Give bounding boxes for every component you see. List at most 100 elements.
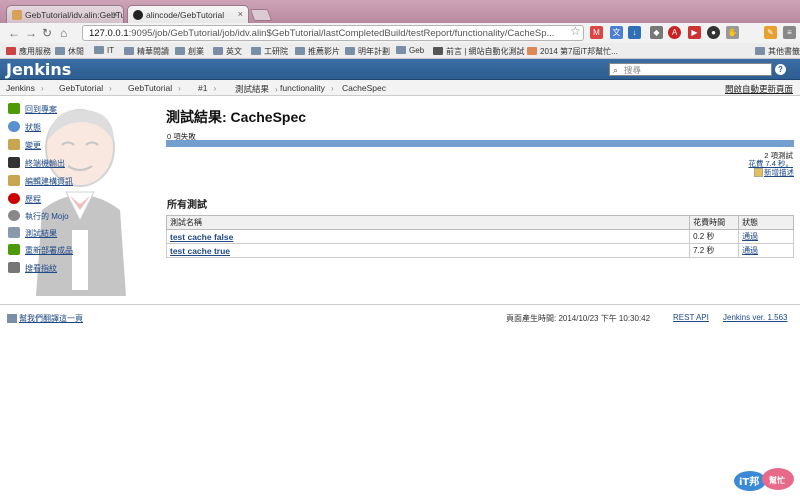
column-header-status[interactable]: 狀態	[738, 215, 794, 230]
notepad-icon	[8, 139, 20, 150]
test-name-cell: test cache true	[165, 243, 691, 258]
plugin-extension-icon[interactable]: ◆	[650, 26, 663, 39]
redeploy-icon	[8, 244, 20, 255]
reload-icon[interactable]: ↻	[42, 26, 52, 40]
column-header-name[interactable]: 測試名稱	[165, 215, 691, 230]
search-placeholder: 搜尋	[624, 65, 642, 75]
pointer-extension-icon[interactable]: ✋	[726, 26, 739, 39]
address-bar[interactable]: 127.0.0.1:9095/job/GebTutorial/job/idv.a…	[82, 25, 584, 41]
sidebar-item-label[interactable]: 搜看指紋	[25, 263, 57, 274]
breadcrumb-item[interactable]: GebTutorial ›	[128, 83, 181, 93]
magnifier-icon	[8, 121, 20, 132]
gmail-extension-icon[interactable]: M	[590, 26, 603, 39]
breadcrumb-item[interactable]: GebTutorial ›	[59, 83, 112, 93]
bookmark-label: 應用服務	[19, 47, 51, 56]
sidebar-item-label[interactable]: 狀態	[25, 122, 41, 133]
search-input[interactable]: ⌕ 搜尋	[609, 63, 772, 76]
test-status-link[interactable]: 通過	[742, 232, 758, 241]
bookmark-label: 創業	[188, 47, 204, 56]
close-tab-icon[interactable]: ×	[238, 9, 243, 19]
bookmark-folder[interactable]: 推薦影片	[295, 46, 340, 57]
breadcrumb-item[interactable]: 測試結果 ›	[235, 83, 278, 95]
test-status-link[interactable]: 通過	[742, 246, 758, 255]
bookmark-label: 推薦影片	[308, 47, 340, 56]
sidebar-item-label[interactable]: 變更	[25, 140, 41, 151]
tab-label: GebTutorial/idv.alin:GebTu	[25, 10, 124, 20]
sidebar-item-label[interactable]: 編輯建構資訊	[25, 176, 73, 187]
adblock-extension-icon[interactable]: A	[668, 26, 681, 39]
folder-icon	[55, 47, 65, 55]
test-results-table: 測試名稱 花費時間 狀態 test cache false 0.2 秒 通過 t…	[165, 215, 794, 258]
chevron-right-icon: ›	[330, 84, 334, 93]
sidebar-item-label[interactable]: 執行的 Mojo	[25, 211, 69, 222]
ithelp-logo: iT邦 幫忙	[734, 468, 794, 491]
rest-api-link[interactable]: REST API	[673, 313, 709, 322]
bookmark-other[interactable]: 其他書籤	[755, 46, 800, 57]
sidebar-item-label[interactable]: 回到專案	[25, 104, 57, 115]
folder-icon	[213, 47, 223, 55]
page-generated-time: 頁面產生時間: 2014/10/23 下午 10:30:42	[506, 314, 651, 323]
auto-refresh-link[interactable]: 開啟自動更新頁面	[725, 83, 793, 95]
bookmark-folder[interactable]: 工研院	[251, 46, 288, 57]
bookmark-folder[interactable]: IT	[94, 46, 114, 55]
bookmark-folder[interactable]: 英文	[213, 46, 242, 57]
browser-tab-github[interactable]: alincode/GebTutorial ×	[127, 5, 249, 23]
bookmark-star-icon[interactable]: ☆	[570, 24, 581, 38]
bookmark-folder[interactable]: Geb	[396, 46, 424, 55]
download-extension-icon[interactable]: ↓	[628, 26, 641, 39]
sidebar-item-label[interactable]: 終端機輸出	[25, 158, 65, 169]
clipboard-icon	[8, 227, 20, 238]
crumb-label: Jenkins	[6, 83, 35, 93]
breadcrumb-item[interactable]: CacheSpec	[342, 83, 386, 93]
folder-icon	[755, 47, 765, 55]
bookmark-label: Geb	[409, 46, 425, 55]
home-icon[interactable]: ⌂	[60, 26, 67, 40]
color-extension-icon[interactable]: ✎	[764, 26, 777, 39]
help-icon[interactable]: ?	[775, 64, 786, 75]
folder-icon	[295, 47, 305, 55]
bookmark-folder[interactable]: 創業	[175, 46, 204, 57]
sidebar-item-label[interactable]: 歷程	[25, 194, 41, 205]
sidebar-item-label[interactable]: 重新部署成品	[25, 245, 73, 256]
notepad-icon	[754, 168, 763, 177]
jenkins-header: Jenkins ⌕ 搜尋 ?	[0, 59, 800, 80]
edit-description-button[interactable]: 新增描述	[754, 167, 794, 178]
sidebar-item-label[interactable]: 測試結果	[25, 228, 57, 239]
bookmark-label: 休閒	[68, 47, 84, 56]
bookmark-folder[interactable]: 精華閱讀	[124, 46, 169, 57]
test-duration-cell: 7.2 秒	[689, 243, 740, 258]
test-name-link[interactable]: test cache false	[170, 232, 233, 242]
menu-icon[interactable]: ≡	[783, 26, 796, 39]
bookmark-page[interactable]: 前言 | 網站自動化測試	[433, 46, 525, 57]
chevron-right-icon: ›	[178, 84, 181, 93]
close-tab-icon[interactable]: ×	[113, 9, 118, 19]
folder-icon	[251, 47, 261, 55]
table-row: test cache true 7.2 秒 通過	[165, 243, 794, 258]
book-icon	[433, 47, 443, 55]
record-extension-icon[interactable]: ●	[707, 26, 720, 39]
translate-icon	[7, 314, 17, 323]
jenkins-logo[interactable]: Jenkins	[6, 60, 71, 79]
new-tab-button[interactable]	[249, 9, 273, 21]
test-status-cell: 通過	[738, 229, 794, 244]
translate-extension-icon[interactable]: 文	[610, 26, 623, 39]
breadcrumb-item[interactable]: Jenkins ›	[6, 83, 44, 93]
browser-tab-jenkins[interactable]: GebTutorial/idv.alin:GebTu ×	[6, 5, 124, 23]
column-header-duration[interactable]: 花費時間	[689, 215, 740, 230]
bookmark-folder[interactable]: 明年計劃	[345, 46, 390, 57]
bookmark-folder[interactable]: 休閒	[55, 46, 84, 57]
jenkins-version-link[interactable]: Jenkins ver. 1.563	[723, 313, 787, 322]
back-icon[interactable]: ←	[8, 26, 20, 40]
help-translate-link[interactable]: 幫我們翻譯這一頁	[7, 313, 83, 324]
breadcrumb-item[interactable]: #1 ›	[198, 83, 216, 93]
bookmark-label: 工研院	[264, 47, 288, 56]
tab-label: alincode/GebTutorial	[146, 10, 225, 20]
flag-extension-icon[interactable]: ▶	[688, 26, 701, 39]
bookmark-apps[interactable]: 應用服務	[6, 46, 51, 57]
forward-icon[interactable]: →	[25, 26, 37, 40]
test-progress-bar	[166, 140, 794, 147]
breadcrumb-item[interactable]: functionality ›	[280, 83, 334, 93]
browser-title-bar: GebTutorial/idv.alin:GebTu × alincode/Ge…	[0, 0, 800, 23]
test-name-link[interactable]: test cache true	[170, 246, 230, 256]
bookmark-page[interactable]: 2014 第7屆iT邦幫忙...	[527, 46, 618, 57]
